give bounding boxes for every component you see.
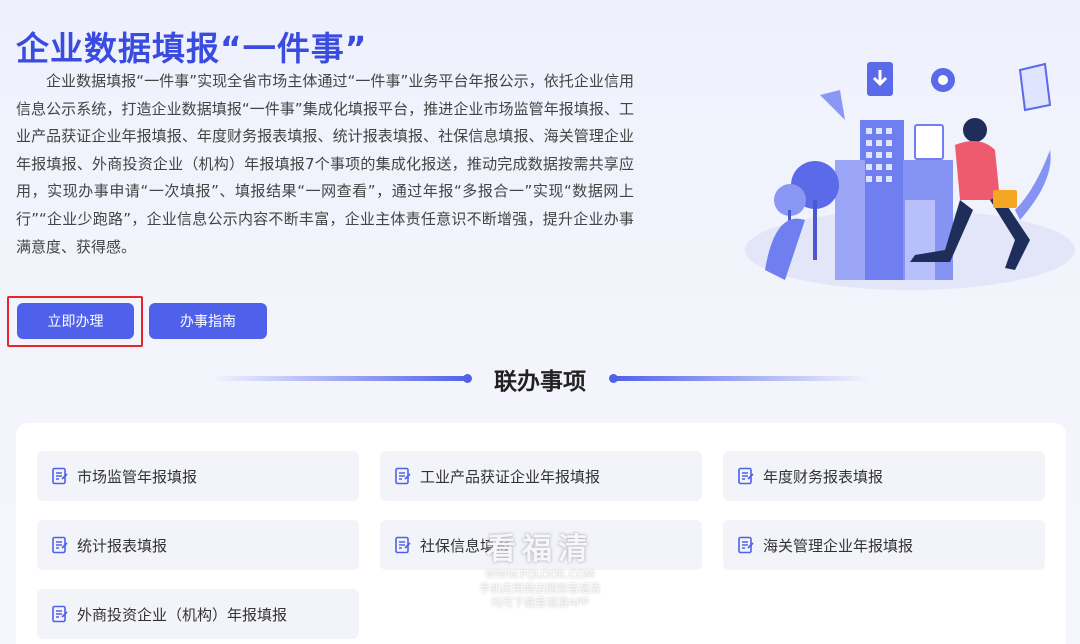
- section-title: 联办事项: [494, 369, 586, 395]
- item-label: 工业产品获证企业年报填报: [420, 467, 601, 486]
- item-annual-financial[interactable]: 年度财务报表填报: [723, 451, 1045, 501]
- form-icon: [52, 467, 68, 485]
- form-icon: [395, 467, 411, 485]
- section-divider-right: [609, 374, 871, 383]
- item-label: 年度财务报表填报: [763, 467, 884, 486]
- item-foreign-investment[interactable]: 外商投资企业（机构）年报填报: [37, 589, 359, 639]
- item-customs[interactable]: 海关管理企业年报填报: [723, 520, 1045, 570]
- item-market-supervision[interactable]: 市场监管年报填报: [37, 451, 359, 501]
- service-guide-button[interactable]: 办事指南: [149, 303, 267, 339]
- apply-now-button[interactable]: 立即办理: [17, 303, 134, 339]
- item-label: 统计报表填报: [77, 536, 168, 555]
- item-social-security[interactable]: 社保信息填报: [380, 520, 702, 570]
- office-worker-illustration: [745, 62, 1075, 290]
- page-title: 企业数据填报“一件事”: [16, 29, 368, 68]
- form-icon: [395, 536, 411, 554]
- item-statistics[interactable]: 统计报表填报: [37, 520, 359, 570]
- item-label: 市场监管年报填报: [77, 467, 198, 486]
- form-icon: [738, 467, 754, 485]
- form-icon: [738, 536, 754, 554]
- form-icon: [52, 605, 68, 623]
- item-label: 外商投资企业（机构）年报填报: [77, 605, 288, 624]
- item-industrial-product[interactable]: 工业产品获证企业年报填报: [380, 451, 702, 501]
- page-description: 企业数据填报“一件事”实现全省市场主体通过“一件事”业务平台年报公示，依托企业信…: [16, 72, 634, 256]
- form-icon: [52, 536, 68, 554]
- item-label: 社保信息填报: [420, 536, 511, 555]
- item-label: 海关管理企业年报填报: [763, 536, 914, 555]
